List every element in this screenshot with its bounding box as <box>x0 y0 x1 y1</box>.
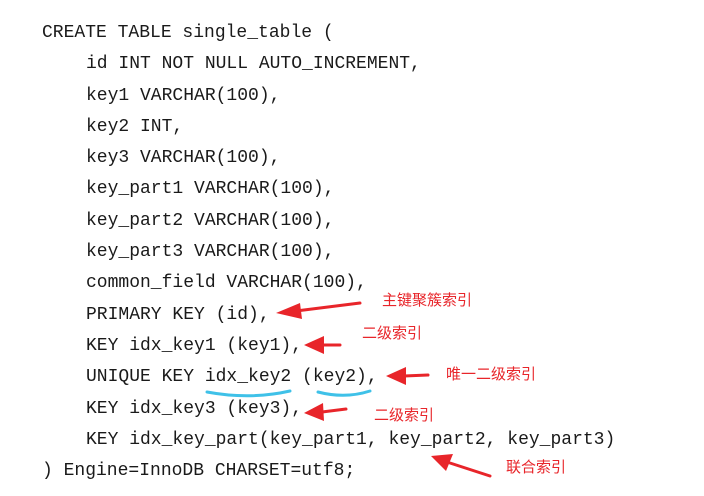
code-line-id: id INT NOT NULL AUTO_INCREMENT, <box>86 54 421 75</box>
code-line-key-part1: key_part1 VARCHAR(100), <box>86 179 335 200</box>
code-line-idx-key-part: KEY idx_key_part(key_part1, key_part2, k… <box>86 429 616 450</box>
annotation-secondary-index-1: 二级索引 <box>362 324 423 342</box>
code-line-primary-key: PRIMARY KEY (id), <box>86 304 270 325</box>
code-line-common-field: common_field VARCHAR(100), <box>86 273 367 294</box>
code-line-create: CREATE TABLE single_table ( <box>42 23 334 43</box>
code-line-key-part3: key_part3 VARCHAR(100), <box>86 242 335 263</box>
annotation-secondary-index-3: 二级索引 <box>374 406 435 424</box>
sql-code-block: CREATE TABLE single_table ( id INT NOT N… <box>42 18 615 487</box>
code-line-key-part2: key_part2 VARCHAR(100), <box>86 210 335 231</box>
annotation-composite-index: 联合索引 <box>506 458 567 476</box>
code-line-key2: key2 INT, <box>86 116 184 137</box>
code-line-key3: key3 VARCHAR(100), <box>86 148 281 169</box>
code-line-key1: key1 VARCHAR(100), <box>86 85 281 106</box>
annotation-primary-key: 主键聚簇索引 <box>382 291 473 309</box>
code-line-idx-key3: KEY idx_key3 (key3), <box>86 398 303 419</box>
annotation-unique-secondary-index: 唯一二级索引 <box>446 365 537 383</box>
code-line-idx-key1: KEY idx_key1 (key1), <box>86 335 303 356</box>
